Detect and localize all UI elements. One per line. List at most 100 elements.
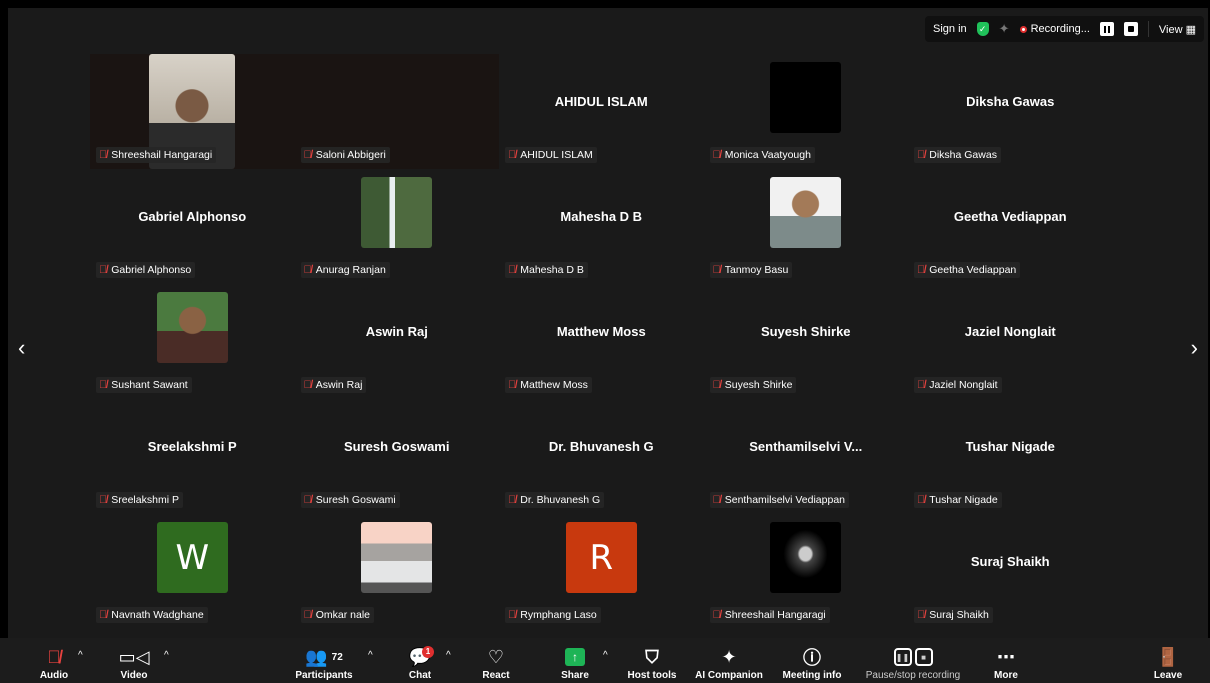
participant-tile[interactable]: 🎙̸ Shreeshail Hangaragi (704, 514, 909, 629)
sign-in-link[interactable]: Sign in (933, 23, 967, 35)
participant-grid: 🎙̸ Shreeshail Hangaragi 🎙̸ Saloni Abbigeri… (90, 54, 1113, 629)
pause-stop-recording-button[interactable]: ❚❚ ■ Pause/stop recording (860, 644, 966, 681)
host-tools-button[interactable]: ⛉ Host tools (624, 644, 680, 682)
participant-tile[interactable]: Gabriel Alphonso 🎙̸ Gabriel Alphonso (90, 169, 295, 284)
participant-name: Suresh Goswami (344, 438, 450, 454)
participant-tile[interactable]: Geetha Vediappan 🎙̸ Geetha Vediappan (908, 169, 1113, 284)
muted-mic-icon: 🎙̸ (712, 609, 721, 621)
participant-tile[interactable]: Matthew Moss 🎙̸ Matthew Moss (499, 284, 704, 399)
participant-label: 🎙̸ Saloni Abbigeri (300, 147, 390, 163)
muted-mic-icon: 🎙̸ (917, 149, 926, 161)
participant-tile[interactable]: 🎙̸ Omkar nale (295, 514, 500, 629)
video-button[interactable]: ▭◁ Video (112, 644, 156, 682)
muted-mic-icon: 🎙̸ (917, 494, 926, 506)
recording-label: Recording... (1030, 23, 1090, 35)
participant-tile[interactable]: 🎙̸ Shreeshail Hangaragi (90, 54, 295, 169)
participant-name: Sreelakshmi P (147, 438, 237, 454)
participant-tile[interactable]: Suyesh Shirke 🎙̸ Suyesh Shirke (704, 284, 909, 399)
participant-label: 🎙̸ Dr. Bhuvanesh G (505, 492, 605, 508)
participant-label: 🎙̸ Shreeshail Hangaragi (96, 147, 217, 163)
participant-tile[interactable]: AHIDUL ISLAM 🎙̸ AHIDUL ISLAM (499, 54, 704, 169)
participant-name: Diksha Gawas (966, 93, 1055, 109)
muted-mic-icon: 🎙̸ (303, 379, 312, 391)
participant-tile[interactable]: W 🎙̸ Navnath Wadghane (90, 514, 295, 629)
participant-tile[interactable]: Mahesha D B 🎙̸ Mahesha D B (499, 169, 704, 284)
ai-companion-button[interactable]: ✦ AI Companion (692, 644, 766, 682)
heart-icon: ♡ (487, 646, 505, 667)
participant-tile[interactable]: Sreelakshmi P 🎙̸ Sreelakshmi P (90, 399, 295, 514)
audio-options-caret-icon[interactable]: ^ (78, 650, 83, 661)
participant-tile[interactable]: 🎙̸ Anurag Ranjan (295, 169, 500, 284)
participant-avatar (770, 177, 842, 248)
chat-button[interactable]: 💬 1 Chat (400, 644, 440, 681)
muted-mic-icon: 🎙̸ (303, 264, 312, 276)
muted-mic-icon: 🎙̸ (303, 149, 312, 161)
participant-tile[interactable]: 🎙̸ Monica Vaatyough (704, 54, 909, 169)
grid-view-icon: ▦ (1185, 23, 1196, 36)
audio-button[interactable]: 🎙̸ Audio (32, 644, 76, 682)
participant-tile[interactable]: Dr. Bhuvanesh G 🎙̸ Dr. Bhuvanesh G (499, 399, 704, 514)
meeting-info-button[interactable]: ⓘ Meeting info (780, 644, 844, 681)
participant-tile[interactable]: Suresh Goswami 🎙̸ Suresh Goswami (295, 399, 500, 514)
video-options-caret-icon[interactable]: ^ (164, 650, 169, 661)
top-status-bar: Sign in ✓ ✦ Recording... View ▦ (925, 16, 1204, 42)
view-button[interactable]: View ▦ (1159, 23, 1196, 36)
participants-options-caret-icon[interactable]: ^ (368, 650, 373, 661)
pause-stop-icon: ❚❚ ■ (893, 648, 933, 666)
muted-mic-icon: 🎙̸ (508, 149, 517, 161)
muted-microphone-icon: 🎙̸ (47, 646, 61, 667)
participant-tile[interactable]: Tushar Nigade 🎙̸ Tushar Nigade (908, 399, 1113, 514)
share-button[interactable]: ↑ Share (555, 644, 595, 681)
chat-options-caret-icon[interactable]: ^ (446, 650, 451, 661)
participant-name: Senthamilselvi V... (749, 438, 863, 454)
stop-recording-icon[interactable] (1123, 22, 1138, 36)
participant-avatar (361, 522, 433, 593)
participant-name: Jaziel Nonglait (964, 323, 1056, 339)
more-button[interactable]: ⋯ More (986, 644, 1026, 682)
muted-mic-icon: 🎙̸ (712, 494, 721, 506)
participant-tile[interactable]: 🎙̸ Sushant Sawant (90, 284, 295, 399)
muted-mic-icon: 🎙̸ (712, 379, 721, 391)
participants-count: 72 (331, 651, 343, 663)
muted-mic-icon: 🎙̸ (508, 609, 517, 621)
participant-tile[interactable]: Diksha Gawas 🎙̸ Diksha Gawas (908, 54, 1113, 169)
participant-tile[interactable]: Suraj Shaikh 🎙̸ Suraj Shaikh (908, 514, 1113, 629)
participant-name: Dr. Bhuvanesh G (548, 438, 654, 454)
participants-button[interactable]: 👥 72 Participants (292, 644, 356, 682)
recording-dot-icon (1019, 25, 1027, 33)
leave-button[interactable]: 🚪 Leave (1148, 644, 1188, 682)
share-screen-icon: ↑ (565, 648, 585, 666)
participant-name: Tushar Nigade (965, 438, 1055, 454)
react-button[interactable]: ♡ React (476, 644, 516, 682)
participant-label: 🎙̸ Sushant Sawant (96, 377, 192, 393)
encryption-shield-icon[interactable]: ✓ (976, 22, 989, 36)
share-options-caret-icon[interactable]: ^ (603, 650, 608, 661)
next-page-chevron-icon[interactable]: › (1191, 335, 1198, 361)
muted-mic-icon: 🎙̸ (917, 609, 926, 621)
participant-label: 🎙̸ Tushar Nigade (914, 492, 1002, 508)
participant-name: Gabriel Alphonso (138, 208, 247, 224)
divider (1147, 21, 1149, 37)
pause-recording-icon[interactable] (1099, 22, 1114, 36)
ai-sparkle-icon[interactable]: ✦ (999, 21, 1010, 37)
participant-label: 🎙̸ Geetha Vediappan (914, 262, 1021, 278)
participant-tile[interactable]: Aswin Raj 🎙̸ Aswin Raj (295, 284, 500, 399)
participant-avatar (156, 292, 228, 363)
participant-tile[interactable]: 🎙̸ Saloni Abbigeri (294, 54, 499, 169)
participant-label: 🎙̸ Navnath Wadghane (96, 607, 208, 623)
participant-tile[interactable]: 🎙̸ Tanmoy Basu (704, 169, 909, 284)
muted-mic-icon: 🎙̸ (508, 264, 517, 276)
chat-bubble-icon: 💬 (408, 646, 432, 667)
participant-tile[interactable]: R 🎙̸ Rymphang Laso (499, 514, 704, 629)
participant-name: AHIDUL ISLAM (554, 93, 648, 109)
participant-tile[interactable]: Senthamilselvi V... 🎙̸ Senthamilselvi Ved… (704, 399, 909, 514)
muted-mic-icon: 🎙̸ (303, 494, 312, 506)
participant-label: 🎙̸ Senthamilselvi Vediappan (709, 492, 849, 508)
muted-mic-icon: 🎙̸ (99, 494, 108, 506)
host-shield-icon: ⛉ (645, 646, 659, 667)
participant-tile[interactable]: Jaziel Nonglait 🎙̸ Jaziel Nonglait (908, 284, 1113, 399)
chat-unread-badge: 1 (422, 646, 434, 658)
participant-label: 🎙̸ Anurag Ranjan (300, 262, 390, 278)
meeting-toolbar: 🎙̸ Audio ^ ▭◁ Video ^ 👥 72 Participants ^… (0, 638, 1210, 683)
previous-page-chevron-icon[interactable]: ‹ (18, 335, 25, 361)
